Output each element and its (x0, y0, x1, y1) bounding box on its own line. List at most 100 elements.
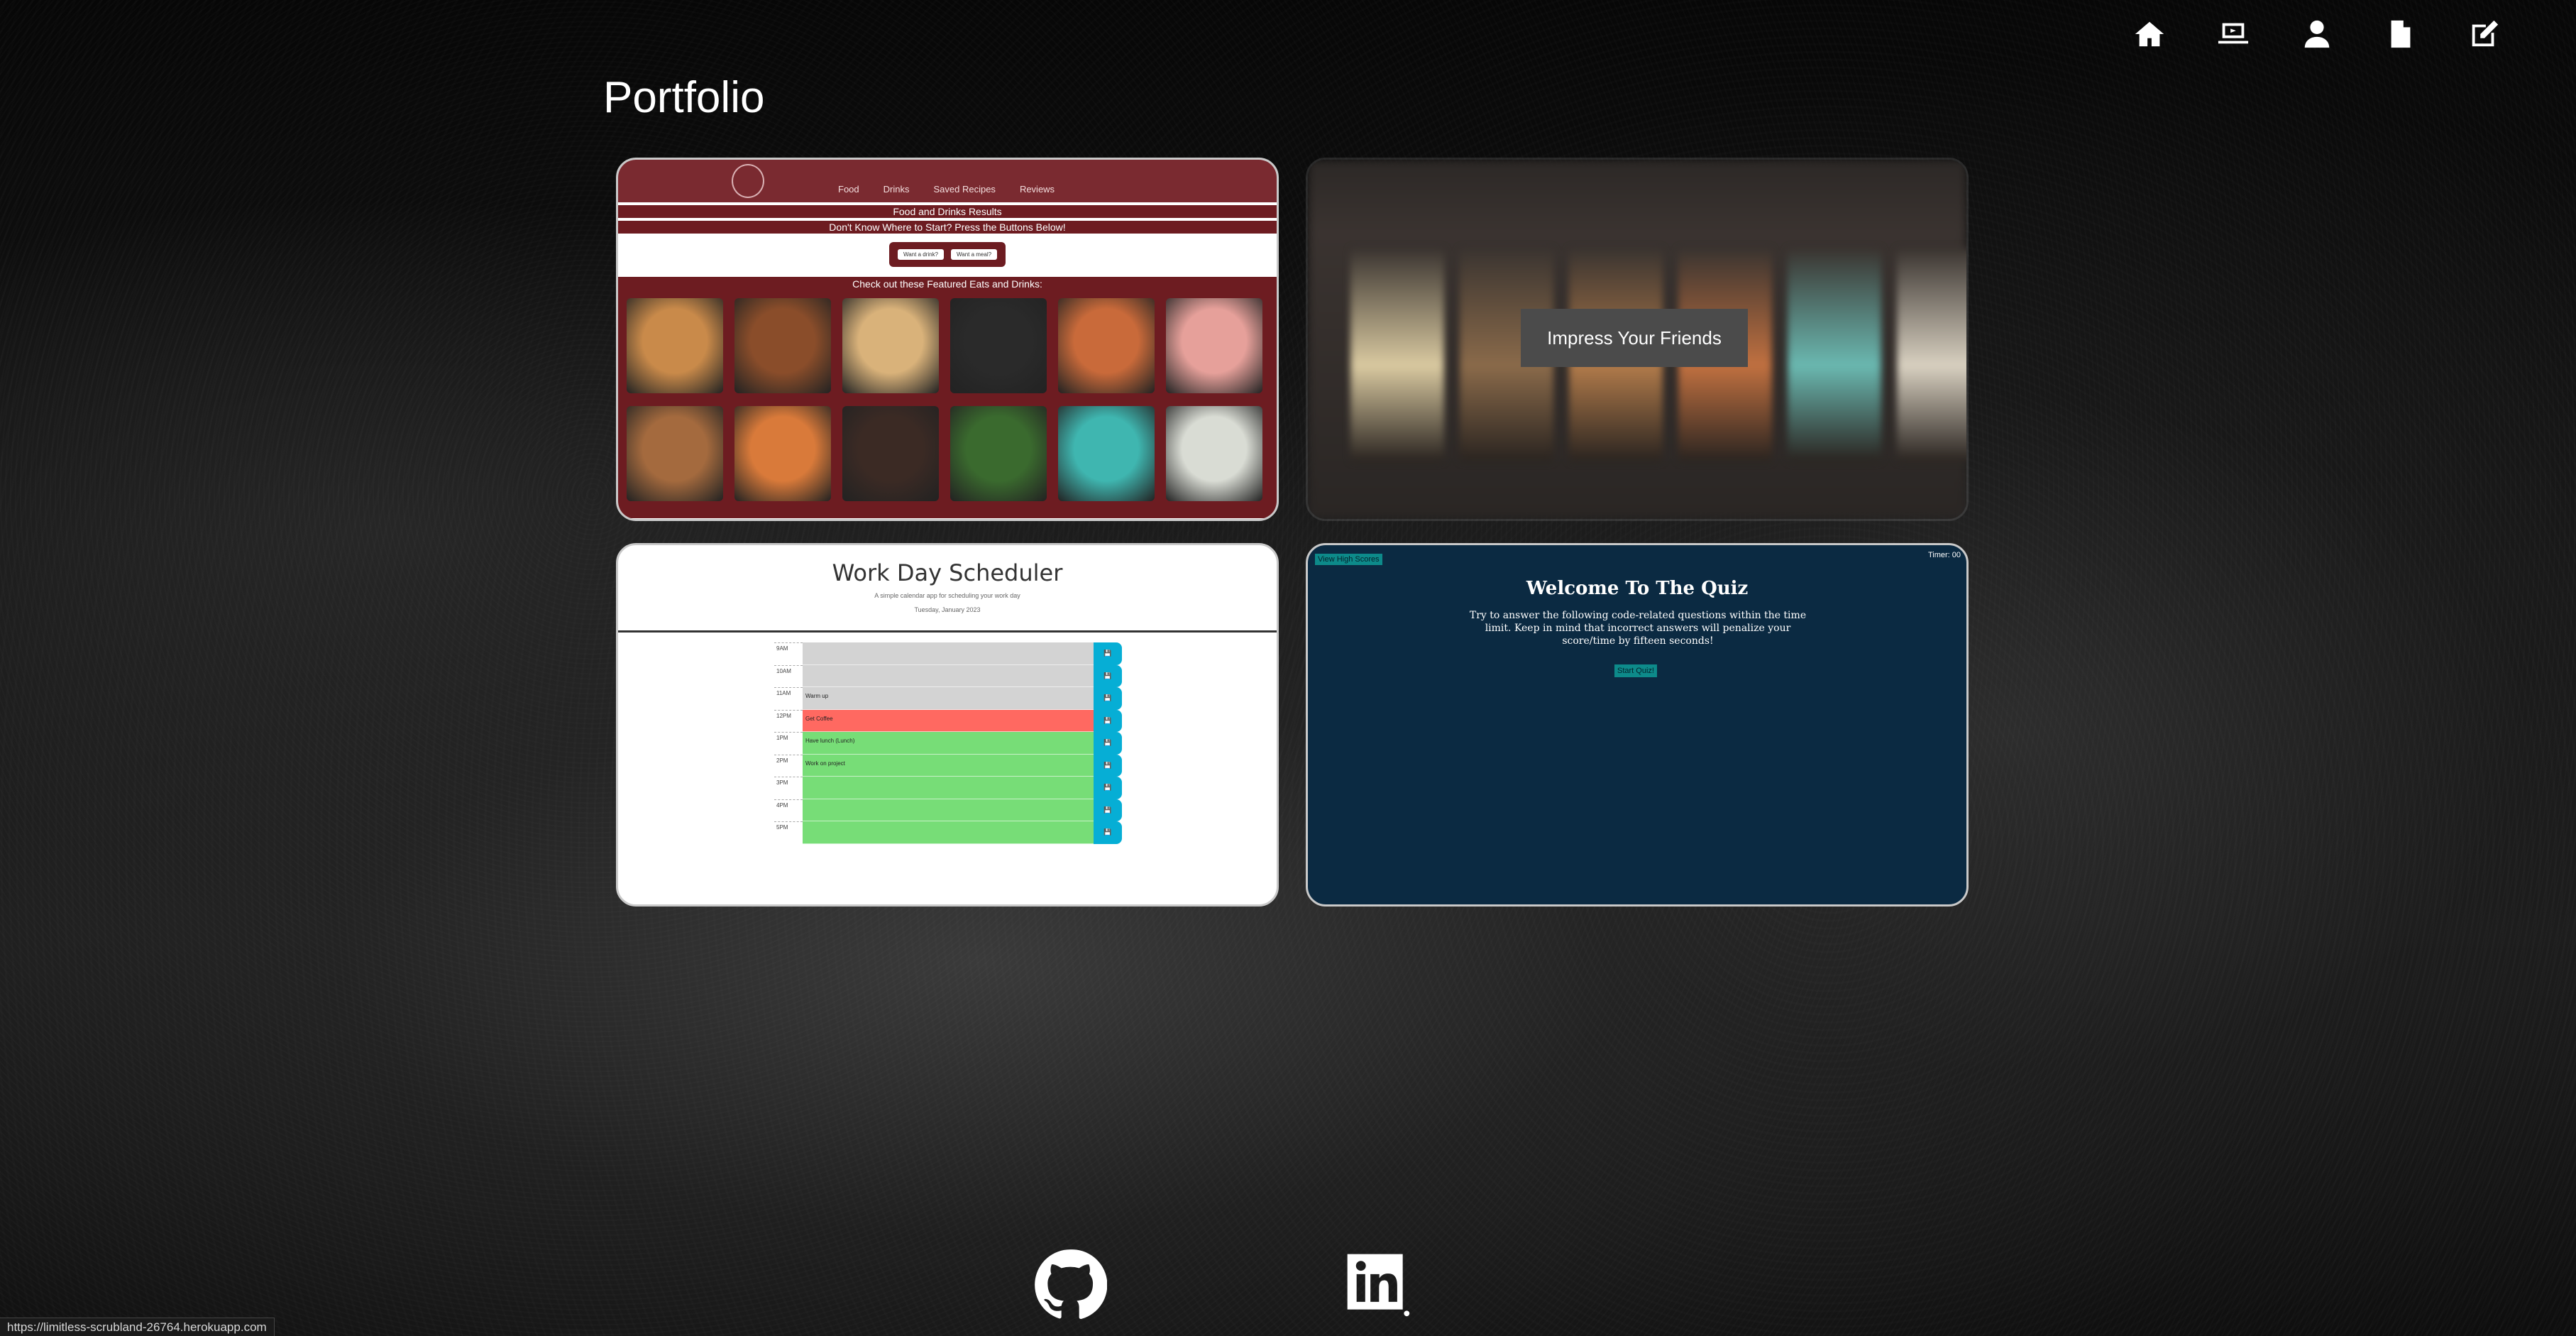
guitar-thumbnail (1897, 248, 1966, 461)
time-block: 11AM Warm up 💾 (774, 687, 1122, 710)
high-scores-link: View High Scores (1315, 554, 1382, 565)
save-icon: 💾 (1103, 828, 1112, 836)
featured-section: Check out these Featured Eats and Drinks… (618, 277, 1277, 518)
scheduler-subtitle: A simple calendar app for scheduling you… (874, 592, 1020, 599)
impress-friends-button[interactable]: Impress Your Friends (1521, 309, 1748, 367)
hour-label: 4PM (774, 799, 803, 822)
save-icon: 💾 (1103, 806, 1112, 814)
food-logo (732, 164, 764, 198)
food-thumbnail (950, 406, 1047, 501)
save-button: 💾 (1094, 664, 1122, 687)
food-prompt: Don't Know Where to Start? Press the But… (618, 221, 1277, 234)
hour-label: 10AM (774, 664, 803, 688)
food-thumbnail (1058, 298, 1155, 393)
edit-icon (2472, 20, 2499, 47)
description-field (803, 777, 1094, 799)
status-bar-url: https://limitless-scrubland-26764.heroku… (0, 1318, 275, 1336)
description-field (803, 799, 1094, 821)
time-block: 5PM 💾 (774, 821, 1122, 844)
save-button: 💾 (1094, 799, 1122, 821)
featured-heading: Check out these Featured Eats and Drinks… (852, 278, 1042, 290)
nav-contact[interactable] (2443, 14, 2526, 54)
save-icon: 💾 (1103, 784, 1112, 792)
start-quiz-button: Start Quiz! (1614, 664, 1657, 677)
project-card-impress[interactable]: Impress Your Friends (1306, 158, 1969, 521)
description-field (803, 664, 1094, 687)
featured-grid (618, 290, 1277, 501)
user-icon (2304, 20, 2330, 48)
save-icon: 💾 (1103, 672, 1112, 679)
time-block: 10AM 💾 (774, 664, 1122, 688)
food-nav-link: Drinks (883, 184, 910, 195)
linkedin-icon (1347, 1254, 1410, 1317)
github-icon (1035, 1249, 1108, 1319)
food-thumbnail (1166, 406, 1262, 501)
time-block: 1PM Have lunch (Lunch) 💾 (774, 732, 1122, 755)
save-icon: 💾 (1103, 716, 1112, 724)
top-nav (2108, 14, 2526, 54)
save-button: 💾 (1094, 709, 1122, 732)
linkedin-link[interactable] (1341, 1248, 1415, 1322)
food-nav-link: Food (838, 184, 859, 195)
food-nav-link: Reviews (1019, 184, 1055, 195)
save-icon: 💾 (1103, 650, 1112, 657)
page-title: Portfolio (603, 73, 765, 122)
quiz-timer: Timer: 00 (1927, 551, 1961, 559)
food-thumbnail (627, 298, 723, 393)
project-card-scheduler[interactable]: Work Day Scheduler A simple calendar app… (616, 543, 1279, 907)
hour-label: 3PM (774, 777, 803, 799)
food-thumbnail (842, 406, 939, 501)
scheduler-title: Work Day Scheduler (832, 559, 1063, 586)
nav-about[interactable] (2275, 14, 2359, 54)
save-button: 💾 (1094, 777, 1122, 799)
quiz-title: Welcome To The Quiz (1526, 578, 1749, 599)
food-thumbnail (1166, 298, 1262, 393)
nav-portfolio[interactable] (2191, 14, 2275, 54)
save-button: 💾 (1094, 687, 1122, 710)
food-nav-link: Saved Recipes (933, 184, 996, 195)
time-block: 2PM Work on project 💾 (774, 754, 1122, 777)
time-block: 12PM Get Coffee 💾 (774, 709, 1122, 732)
save-button: 💾 (1094, 642, 1122, 665)
file-icon (2391, 20, 2411, 48)
save-button: 💾 (1094, 732, 1122, 755)
project-card-quiz[interactable]: View High Scores Timer: 00 Welcome To Th… (1306, 543, 1969, 907)
time-block: 9AM 💾 (774, 642, 1122, 665)
description-field: Warm up (803, 687, 1094, 710)
food-thumbnail (950, 298, 1047, 393)
description-field: Work on project (803, 754, 1094, 777)
hour-label: 11AM (774, 687, 803, 710)
description-field: Have lunch (Lunch) (803, 732, 1094, 755)
nav-resume[interactable] (2359, 14, 2443, 54)
nav-home[interactable] (2108, 14, 2191, 54)
project-card-food-drinks[interactable]: Food Drinks Saved Recipes Reviews Food a… (616, 158, 1279, 521)
description-field: Get Coffee (803, 709, 1094, 732)
food-thumbnail (1058, 406, 1155, 501)
save-icon: 💾 (1103, 761, 1112, 769)
meal-button: Want a meal? (951, 249, 998, 260)
hour-label: 5PM (774, 821, 803, 844)
guitar-thumbnail (1788, 248, 1881, 461)
home-icon (2135, 21, 2164, 47)
time-block: 4PM 💾 (774, 799, 1122, 822)
hour-label: 1PM (774, 732, 803, 755)
description-field (803, 821, 1094, 844)
scheduler-date: Tuesday, January 2023 (914, 606, 981, 613)
food-thumbnail (734, 406, 831, 501)
laptop-icon (2218, 23, 2249, 44)
food-header: Food Drinks Saved Recipes Reviews (618, 160, 1277, 202)
hour-label: 9AM (774, 642, 803, 665)
time-block: 3PM 💾 (774, 777, 1122, 799)
save-button: 💾 (1094, 754, 1122, 777)
food-thumbnail (627, 406, 723, 501)
save-icon: 💾 (1103, 739, 1112, 747)
background (0, 0, 2576, 1336)
save-icon: 💾 (1103, 694, 1112, 702)
drink-button: Want a drink? (897, 249, 944, 260)
scheduler-divider (618, 630, 1277, 633)
github-link[interactable] (1033, 1248, 1108, 1322)
food-results-heading: Food and Drinks Results (618, 205, 1277, 218)
description-field (803, 642, 1094, 665)
hour-label: 2PM (774, 754, 803, 777)
food-button-group: Want a drink? Want a meal? (888, 242, 1006, 267)
